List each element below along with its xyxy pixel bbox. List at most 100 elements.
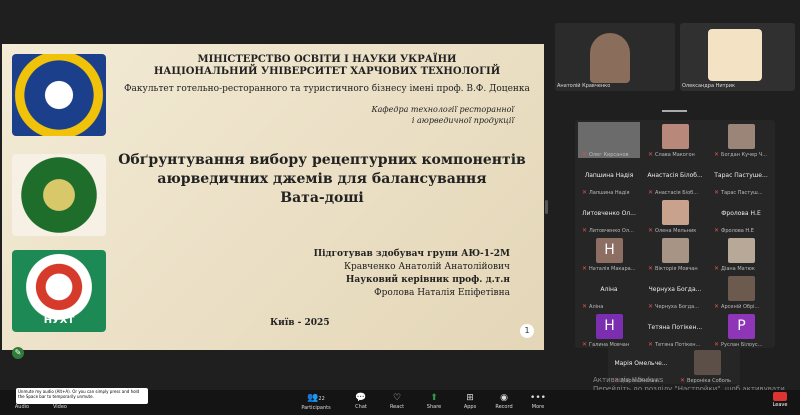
participant-name: ✕ Тетяна Потікен... [648, 341, 701, 348]
tiles-divider [662, 110, 687, 112]
leave-label: Leave [772, 402, 788, 408]
participant-name: ✕ Олег Кирсанов [582, 151, 629, 158]
department-line2: і аюрведичної продукції [411, 116, 514, 125]
participant-name: ✕ Литовченко Ол... [582, 227, 634, 234]
participant-name: ✕ Руслан Білоус... [714, 341, 763, 348]
participant-name: ✕ Слава Макогон [648, 151, 695, 158]
avatar [662, 200, 689, 225]
muted-mic-icon: ✕ [648, 151, 654, 158]
muted-mic-icon: ✕ [714, 227, 720, 234]
apps-label: Apps [463, 404, 477, 410]
chat-button[interactable]: 💬 Chat [341, 392, 381, 410]
participant-tile[interactable]: Анастасія Білоб... ✕ Анастасія Біоб... [644, 160, 706, 196]
participant-tile[interactable]: ✕ Слава Макогон [644, 122, 706, 158]
prepared-label: Підготував здобувач групи АЮ-1-2М [313, 249, 510, 259]
participant-name: ✕ Фролова Н.Е [714, 227, 754, 234]
chat-label: Chat [355, 404, 367, 410]
video-tile-host[interactable]: Олександра Нитрик [680, 23, 795, 91]
participants-button[interactable]: 👥22 Participants [296, 392, 336, 411]
participants-gallery: ✕ Олег Кирсанов ✕ Слава Макогон ✕ Богдан Ку… [575, 120, 775, 348]
ministry-line2: НАЦІОНАЛЬНИЙ УНІВЕРСИТЕТ ХАРЧОВИХ ТЕХНОЛ… [153, 66, 501, 77]
more-icon: ••• [530, 393, 546, 403]
muted-mic-icon: ✕ [714, 189, 720, 196]
department: Кафедра технології ресторанної і аюрведи… [314, 104, 514, 126]
participant-label: Чернуха Богда... [648, 286, 702, 293]
muted-mic-icon: ✕ [714, 303, 720, 310]
slide-title: Обґрунтування вибору рецептурних компоне… [112, 151, 532, 208]
participant-video [708, 29, 762, 81]
title-line2: аюрведичних джемів для балансування [157, 171, 487, 187]
audio-label: Audio [14, 404, 30, 410]
muted-mic-icon: ✕ [714, 341, 720, 348]
splitter-handle[interactable] [545, 200, 548, 214]
participant-tile[interactable]: Тарас Пастуше... ✕ Тарас Пастуш... [710, 160, 772, 196]
participant-name: ✕ Аліна [582, 303, 604, 310]
participant-label: Тарас Пастуше... [714, 172, 768, 179]
nuht-logo: НУХТ [12, 250, 106, 332]
tile-name: Анатолій Кравченко [557, 83, 611, 89]
participant-tile[interactable]: ✕ Вікторія Мовчан [644, 236, 706, 272]
avatar-letter: Р [728, 314, 755, 339]
participant-name: ✕ Богдан Кучер Ч... [714, 151, 768, 158]
audio-button[interactable]: Audio [2, 404, 42, 410]
participant-label: Анастасія Білоб... [647, 172, 703, 179]
participant-tile[interactable]: ✕ Арсеній Обрі... [710, 274, 772, 310]
participant-label: Марія Омельче... [614, 360, 668, 367]
participant-tile[interactable]: Аліна ✕ Аліна [578, 274, 640, 310]
muted-mic-icon: ✕ [648, 341, 654, 348]
share-button[interactable]: ⬆ Share [414, 392, 454, 410]
tile-name: Олександра Нитрик [682, 83, 735, 89]
annotate-icon[interactable]: ✎ [12, 347, 24, 359]
share-icon: ⬆ [430, 393, 438, 403]
avatar-letter: Н [596, 314, 623, 339]
participant-tile[interactable]: ✕ Діана Матюк [710, 236, 772, 272]
supervisor-name: Фролова Наталія Епіфетівна [374, 288, 510, 298]
participant-name: ✕ Наталія Макара... [582, 265, 636, 272]
participant-tile[interactable]: Лапшина Надія ✕ Лапшина Надія [578, 160, 640, 196]
muted-mic-icon: ✕ [714, 265, 720, 272]
participant-tile[interactable]: ✕ Олена Мельник [644, 198, 706, 234]
leave-button[interactable]: Leave [765, 392, 795, 408]
more-button[interactable]: ••• More [518, 392, 558, 410]
participant-tile[interactable]: Н ✕ Наталія Макара... [578, 236, 640, 272]
student-name: Кравченко Анатолій Анатолійович [344, 262, 510, 272]
record-label: Record [495, 404, 513, 410]
participant-tile[interactable]: ✕ Олег Кирсанов [578, 122, 640, 158]
participant-video [590, 33, 630, 83]
participant-tile[interactable]: Н ✕ Галина Мовчан [578, 312, 640, 348]
muted-mic-icon: ✕ [648, 227, 654, 234]
page-number: 1 [520, 324, 534, 338]
watermark-line1: Активація Windows [593, 376, 664, 384]
participant-tile[interactable]: Чернуха Богда... ✕ Чернуха Богда... [644, 274, 706, 310]
participant-tile[interactable]: Тетяна Потікен... ✕ Тетяна Потікен... [644, 312, 706, 348]
slide: НУХТ МІНІСТЕРСТВО ОСВІТИ І НАУКИ УКРАЇНИ… [2, 44, 544, 350]
participant-name: ✕ Вікторія Мовчан [648, 265, 698, 272]
participant-tile[interactable]: Фролова Н.Е ✕ Фролова Н.Е [710, 198, 772, 234]
university-logo [12, 54, 106, 136]
muted-mic-icon: ✕ [582, 265, 588, 272]
participant-name: ✕ Чернуха Богда... [648, 303, 699, 310]
muted-mic-icon: ✕ [582, 151, 588, 158]
video-tile-speaker[interactable]: Анатолій Кравченко [555, 23, 675, 91]
participant-label: Лапшина Надія [584, 172, 634, 179]
participant-name: ✕ Галина Мовчан [582, 341, 630, 348]
react-button[interactable]: ♡ React [377, 392, 417, 410]
participant-tile[interactable]: Литовченко Ол... ✕ Литовченко Ол... [578, 198, 640, 234]
participant-name: ✕ Арсеній Обрі... [714, 303, 760, 310]
department-line1: Кафедра технології ресторанної [371, 105, 514, 114]
avatar [728, 238, 755, 263]
react-label: React [389, 404, 405, 410]
participant-name: ✕ Олена Мельник [648, 227, 697, 234]
participant-tile[interactable]: Р ✕ Руслан Білоус... [710, 312, 772, 348]
title-line3: Вата-доші [280, 190, 364, 206]
faculty-name: Факультет готельно-ресторанного та турис… [124, 84, 530, 94]
participant-tile[interactable]: ✕ Богдан Кучер Ч... [710, 122, 772, 158]
react-icon: ♡ [392, 393, 402, 403]
muted-mic-icon: ✕ [648, 265, 654, 272]
ministry-line1: МІНІСТЕРСТВО ОСВІТИ І НАУКИ УКРАЇНИ [197, 54, 457, 65]
participant-label: Литовченко Ол... [582, 210, 636, 217]
muted-mic-icon: ✕ [714, 151, 720, 158]
muted-mic-icon: ✕ [582, 303, 588, 310]
ministry-header: МІНІСТЕРСТВО ОСВІТИ І НАУКИ УКРАЇНИ НАЦІ… [112, 54, 542, 78]
video-button[interactable]: Video [40, 404, 80, 410]
